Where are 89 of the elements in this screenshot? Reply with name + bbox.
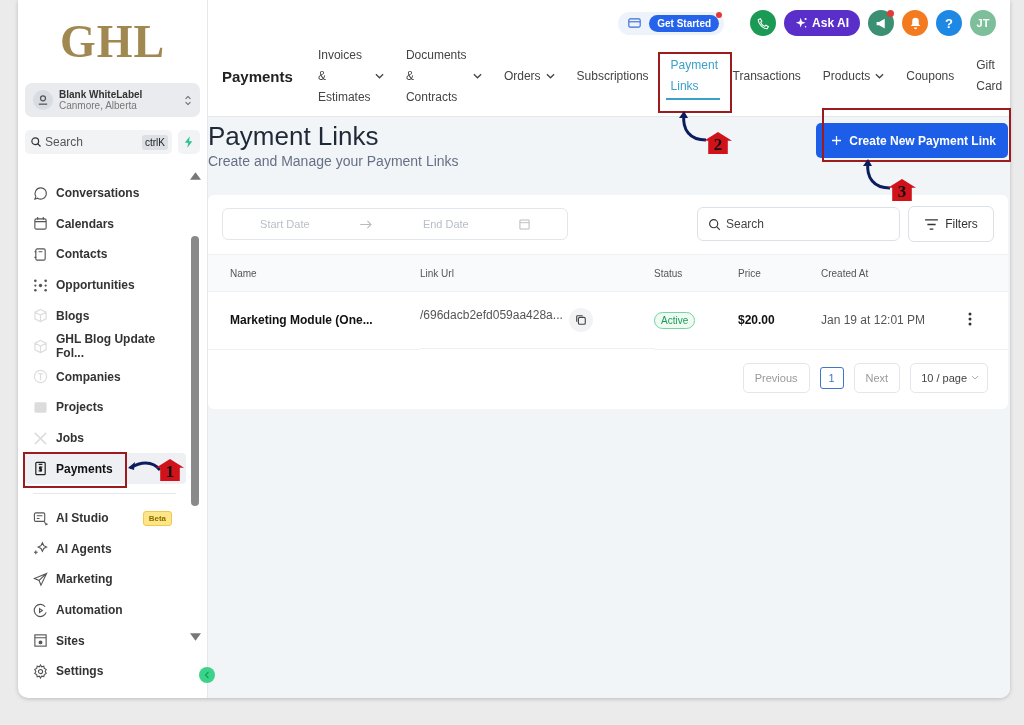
sparkle-icon [795,16,809,30]
column-header: Created At [821,254,968,292]
phone-icon [756,16,770,30]
sidebar-item[interactable]: Marketing [25,564,186,595]
quick-action-button[interactable] [178,130,200,154]
caret-icon [545,73,555,79]
nav-tab[interactable]: Invoices & Estimates [306,46,395,106]
nav-tab[interactable]: Orders [492,46,566,106]
sparkle-icon [33,541,48,557]
page-size-select[interactable]: 10 / page [910,362,988,393]
beta-badge: Beta [142,510,172,526]
scroll-up-icon[interactable] [189,172,201,180]
status-badge: Active [654,312,696,330]
nav-tab[interactable]: Gift Card [965,46,1006,106]
card-icon [628,18,642,28]
page-number-button[interactable]: 1 [819,366,844,389]
sidebar-item[interactable]: Jobs [25,422,186,454]
column-header: Price [738,254,821,292]
ask-ai-button[interactable]: Ask AI [784,10,860,36]
copy-button[interactable] [568,308,593,332]
sidebar-item[interactable]: Settings [25,655,186,687]
notification-dot [887,10,894,17]
caret-icon [875,73,885,79]
chevron-left-icon [204,671,210,679]
arrow-right-icon [359,219,373,229]
account-location: Canmore, Alberta [59,100,138,111]
nav-tab[interactable]: Products [811,46,896,106]
notifications-button[interactable] [902,10,928,36]
caret-icon [472,73,482,79]
bell-icon [908,16,922,30]
column-header: Link Url [420,254,654,292]
phone-button[interactable] [750,10,777,36]
sidebar-item[interactable]: Calendars [25,208,186,240]
filters-button[interactable]: Filters [908,206,994,242]
account-name: Blank WhiteLabel [59,89,144,100]
search-field[interactable]: Search [697,207,900,241]
sidebar-item[interactable]: AI Studio Beta [25,502,186,534]
column-header: Name [208,254,420,292]
nav-tab[interactable]: Transactions [721,46,812,106]
sidebar-item[interactable]: Sites [25,625,186,656]
table-cell: Jan 19 at 12:01 PM [821,291,968,349]
scroll-down-icon[interactable] [189,632,201,641]
sidebar-item[interactable]: Automation [25,594,186,626]
section-title: Payments [222,67,293,85]
shortcut-hint: ctrlK [142,135,168,150]
sidebar-item[interactable]: Companies [25,361,186,393]
lightning-icon [184,136,194,148]
more-icon [968,311,972,326]
megaphone-icon [874,16,888,30]
calendar-icon [518,218,530,230]
sidebar-item[interactable]: GHL Blog Update Fol... [25,330,186,362]
caret-icon [971,375,979,380]
create-payment-link-button[interactable]: Create New Payment Link [816,123,1008,158]
page-subtitle: Create and Manage your Payment Links [208,153,459,169]
get-started-button[interactable]: Get Started [649,14,720,32]
search-icon [708,218,721,231]
sidebar-item[interactable]: Blogs [25,300,186,331]
page-title: Payment Links [208,121,380,151]
chevron-icon [184,93,192,107]
scrollbar-thumb[interactable] [191,236,199,506]
user-icon [33,90,53,110]
send-icon [33,571,48,587]
nav-tab[interactable]: Documents & Contracts [394,46,493,106]
account-switcher[interactable]: Blank WhiteLabel Canmore, Alberta [25,83,200,117]
studio-icon [33,510,48,526]
site-icon [33,633,48,649]
notification-dot [716,11,723,18]
sidebar-item[interactable]: Opportunities [25,269,186,301]
sidebar-item[interactable]: Conversations [25,178,186,209]
plus-icon [832,136,842,145]
sidebar-item[interactable]: AI Agents [25,533,186,565]
sidebar-item[interactable]: Contacts [25,239,186,270]
table-cell: $20.00 [738,291,821,349]
collapse-button[interactable] [199,667,215,683]
table-cell: Marketing Module (One... [208,291,420,349]
announcement-button[interactable] [868,10,894,36]
help-button[interactable]: ? [936,10,962,36]
play-icon [33,602,48,618]
nav-tab[interactable]: Subscriptions [565,46,660,106]
link-url: /696dacb2efd059aa428a... [420,308,563,322]
gear-icon [33,663,48,679]
logo: GHL [58,17,167,67]
nav-tab[interactable]: Coupons [895,46,966,106]
filter-icon [924,218,940,230]
sidebar-item[interactable]: Projects [25,392,186,423]
search-icon [30,136,42,148]
copy-icon [574,314,587,326]
column-header: Status [654,254,738,292]
caret-icon [374,73,384,79]
